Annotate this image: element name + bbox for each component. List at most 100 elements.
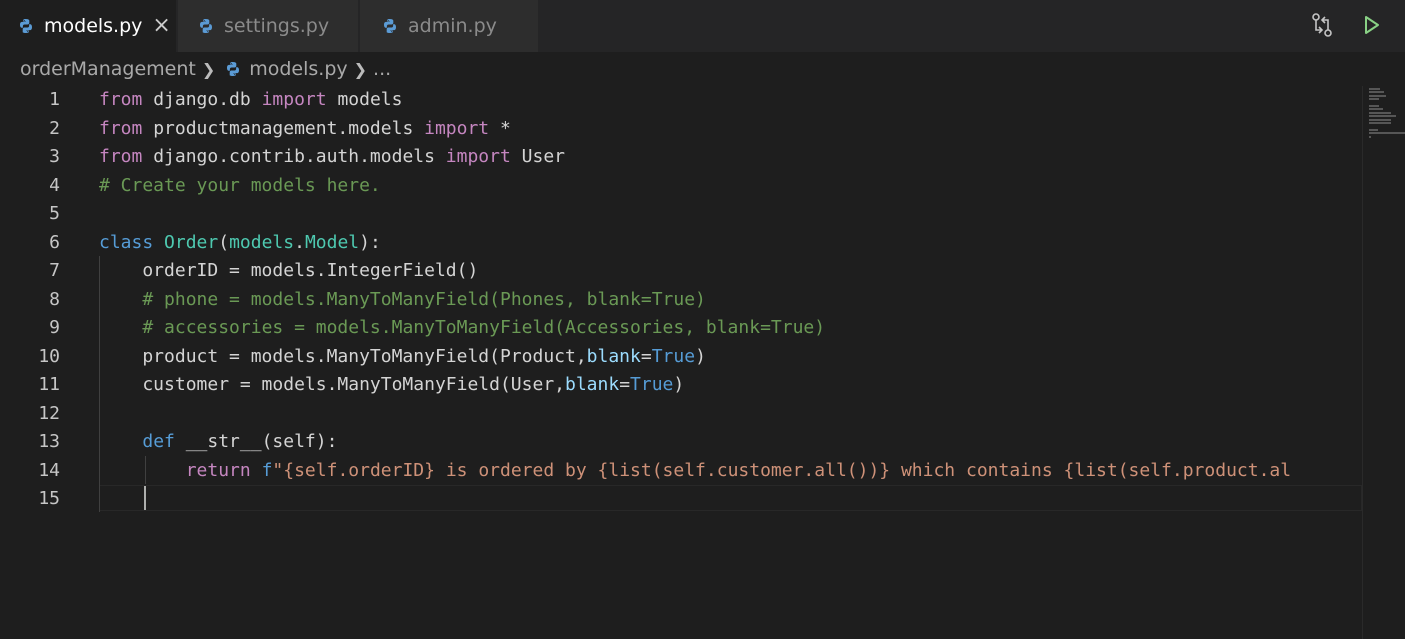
chevron-right-icon: ❯ — [353, 59, 368, 79]
code-token: blank — [586, 345, 641, 367]
tab-settings-py[interactable]: settings.py — [178, 0, 358, 52]
code-text: # phone = models.ManyToManyField(Phones,… — [99, 286, 706, 314]
code-line: 9 # accessories = models.ManyToManyField… — [0, 314, 1362, 342]
code-token: ) — [673, 374, 685, 395]
code-text: from django.db import models — [99, 86, 402, 114]
code-token: # Create your models here. — [99, 174, 381, 196]
code-line: 10 product = models.ManyToManyField(Prod… — [0, 343, 1362, 371]
line-number: 15 — [38, 488, 60, 509]
code-token: def — [142, 431, 175, 452]
code-token: __str__(self): — [174, 431, 338, 452]
code-token: from — [99, 117, 143, 139]
run-play-icon[interactable] — [1363, 12, 1381, 38]
code-token: # accessories = models.ManyToManyField(A… — [142, 317, 826, 338]
code-token: productmanagement.models — [142, 117, 425, 139]
code-token: . — [294, 231, 305, 253]
minimap-line — [1369, 88, 1381, 90]
code-token: product = models.ManyToManyField(Product… — [99, 345, 587, 367]
code-line: 7 orderID = models.IntegerField() — [0, 257, 1362, 285]
git-compare-icon[interactable] — [1311, 12, 1333, 38]
code-line: 6 class Order(models.Model): — [0, 229, 1362, 257]
code-line: 3 from django.contrib.auth.models import … — [0, 143, 1362, 171]
breadcrumb-more[interactable]: ... — [373, 58, 391, 80]
code-token: # phone = models.ManyToManyField(Phones,… — [142, 288, 706, 310]
minimap-line — [1369, 108, 1383, 111]
code-token: blank — [565, 374, 620, 395]
code-token: = — [640, 345, 652, 367]
code-editor[interactable]: 1 from django.db import models 2 from produ… — [0, 86, 1362, 639]
line-number: 12 — [38, 402, 60, 424]
code-token: User — [510, 146, 566, 167]
line-number: 7 — [49, 260, 60, 281]
tab-label: models.py — [44, 15, 143, 37]
code-line: 11 customer = models.ManyToManyField(Use… — [0, 371, 1362, 399]
code-text: from productmanagement.models import * — [99, 115, 511, 143]
code-token: class — [99, 231, 154, 253]
python-file-icon — [200, 19, 212, 33]
breadcrumb: orderManagement ❯ models.py ❯ ... — [0, 52, 1405, 86]
code-token: return — [185, 459, 251, 481]
code-token: ( — [218, 231, 230, 253]
line-number: 2 — [49, 117, 60, 139]
code-token: Order — [164, 231, 219, 253]
line-number: 14 — [38, 459, 60, 481]
line-number: 5 — [49, 203, 60, 224]
code-line: 1 from django.db import models — [0, 86, 1362, 114]
line-number: 1 — [49, 89, 60, 110]
editor-actions — [1311, 12, 1381, 38]
minimap-line — [1369, 91, 1385, 94]
code-token: from — [99, 89, 143, 110]
code-token: f — [261, 459, 273, 481]
code-token: models — [326, 89, 403, 110]
line-number: 3 — [49, 146, 60, 167]
code-line: 13 def __str__(self): — [0, 428, 1362, 456]
code-line: 4 # Create your models here. — [0, 172, 1362, 200]
minimap-line — [1369, 98, 1380, 101]
code-token: "{self.orderID} is ordered by {list(self… — [272, 459, 1292, 481]
code-line: 8 # phone = models.ManyToManyField(Phone… — [0, 286, 1362, 314]
minimap-line — [1369, 132, 1405, 135]
line-number: 13 — [38, 431, 60, 452]
code-line: 2 from productmanagement.models import * — [0, 115, 1362, 143]
code-token: * — [489, 117, 511, 139]
minimap-line — [1369, 105, 1380, 107]
tab-models-py[interactable]: models.py × — [0, 0, 176, 52]
minimap[interactable] — [1362, 86, 1405, 639]
code-token: orderID = models.IntegerField() — [99, 260, 479, 281]
minimap-line — [1369, 122, 1391, 124]
code-text: # Create your models here. — [99, 172, 381, 200]
code-text — [99, 485, 142, 513]
tab-admin-py[interactable]: admin.py — [360, 0, 538, 52]
code-token: models — [229, 231, 295, 253]
line-number: 9 — [49, 317, 60, 338]
code-token: customer = models.ManyToManyField(User, — [99, 374, 565, 395]
code-token: True — [651, 345, 696, 367]
code-token: from — [99, 146, 143, 167]
code-line: 14 return f"{self.orderID} is ordered by… — [0, 457, 1362, 485]
tab-label: admin.py — [408, 15, 497, 37]
breadcrumb-folder[interactable]: orderManagement — [20, 58, 196, 80]
python-file-icon — [384, 19, 396, 33]
minimap-line — [1369, 111, 1392, 114]
line-number: 10 — [38, 345, 60, 367]
code-text: # accessories = models.ManyToManyField(A… — [99, 314, 825, 342]
close-icon[interactable]: × — [152, 15, 170, 37]
code-token: Model — [304, 231, 360, 253]
line-number: 11 — [38, 374, 60, 395]
python-file-icon — [20, 19, 32, 33]
breadcrumb-file[interactable]: models.py — [249, 58, 347, 80]
code-text: customer = models.ManyToManyField(User,b… — [99, 371, 684, 399]
code-token: import — [261, 89, 327, 110]
minimap-line — [1369, 135, 1371, 138]
minimap-line — [1369, 128, 1378, 131]
minimap-line — [1369, 115, 1396, 118]
code-token: import — [424, 117, 490, 139]
line-number: 6 — [49, 231, 60, 253]
line-number: 4 — [49, 174, 60, 196]
